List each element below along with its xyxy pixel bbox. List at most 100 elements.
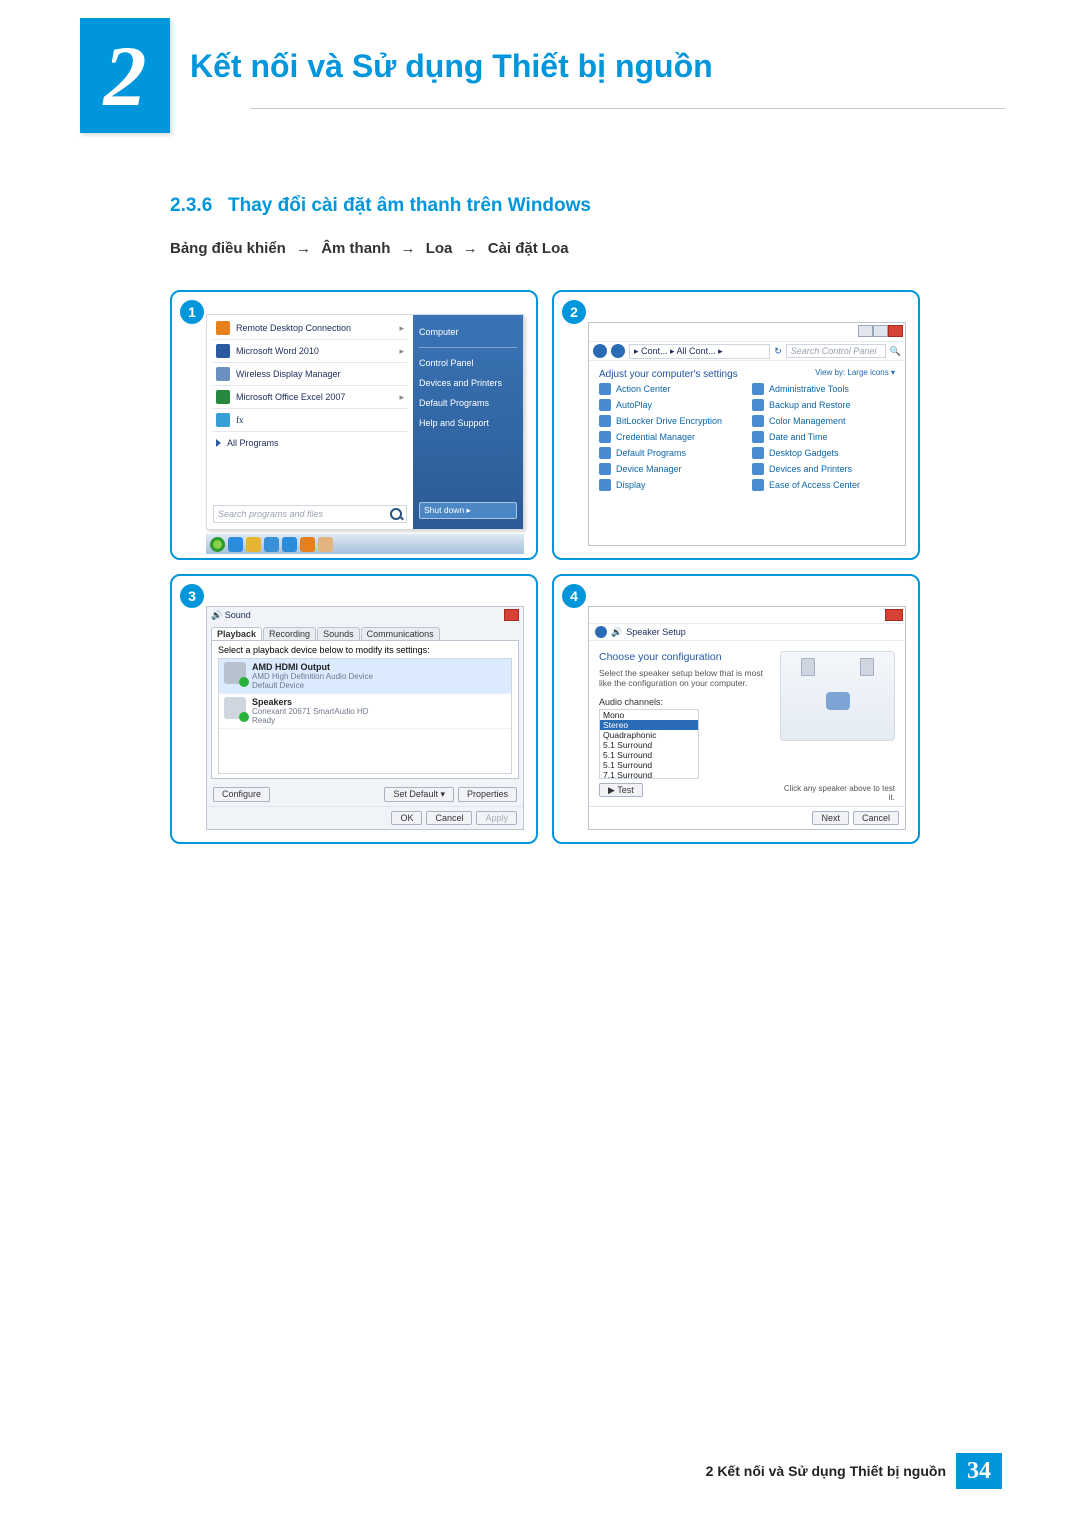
apply-button[interactable]: Apply <box>476 811 517 825</box>
step-panel-3: 3 🔊 Sound Playback Recording Sounds Comm… <box>170 574 538 844</box>
cp-item-credential[interactable]: Credential Manager <box>599 431 742 443</box>
search-input[interactable]: Search programs and files <box>213 505 407 523</box>
speaker-left-icon[interactable] <box>801 658 815 676</box>
app-icon[interactable] <box>318 537 333 552</box>
explorer-icon[interactable] <box>246 537 261 552</box>
device-icon <box>224 662 246 684</box>
triangle-icon <box>216 439 221 447</box>
cp-item-ease-access[interactable]: Ease of Access Center <box>752 479 895 491</box>
step-panel-4: 4 🔊 Speaker Setup Choose your configurat… <box>552 574 920 844</box>
menu-item-wdm[interactable]: Wireless Display Manager <box>213 365 407 383</box>
option-quadraphonic[interactable]: Quadraphonic <box>600 730 698 740</box>
menu-item-rdc[interactable]: Remote Desktop Connection▸ <box>213 319 407 337</box>
cp-item-autoplay[interactable]: AutoPlay <box>599 399 742 411</box>
separator <box>213 385 407 386</box>
cp-item-backup[interactable]: Backup and Restore <box>752 399 895 411</box>
menu-item-excel[interactable]: Microsoft Office Excel 2007▸ <box>213 388 407 406</box>
cp-item-datetime[interactable]: Date and Time <box>752 431 895 443</box>
tab-communications[interactable]: Communications <box>361 627 440 640</box>
test-button[interactable]: ▶ Test <box>599 783 643 797</box>
speaker-right-icon[interactable] <box>860 658 874 676</box>
cp-item-default-programs[interactable]: Default Programs <box>599 447 742 459</box>
refresh-icon[interactable]: ↻ <box>774 346 782 357</box>
tab-recording[interactable]: Recording <box>263 627 316 640</box>
chapter-number: 2 <box>104 26 147 126</box>
sound-instruct: Select a playback device below to modify… <box>218 645 512 655</box>
next-button[interactable]: Next <box>812 811 849 825</box>
close-icon[interactable] <box>504 609 519 621</box>
shutdown-button[interactable]: Shut down ▸ <box>419 502 517 519</box>
option-stereo[interactable]: Stereo <box>600 720 698 730</box>
ie-icon[interactable] <box>228 537 243 552</box>
breadcrumb-bar: 🔊 Speaker Setup <box>589 623 905 641</box>
item-help[interactable]: Help and Support <box>419 416 517 430</box>
set-default-button[interactable]: Set Default ▾ <box>384 787 454 802</box>
all-programs[interactable]: All Programs <box>213 434 407 452</box>
back-icon[interactable] <box>595 626 607 638</box>
step-panel-1: 1 Remote Desktop Connection▸ Microsoft W… <box>170 290 538 560</box>
menu-item-fx[interactable]: fx <box>213 411 407 429</box>
access-icon <box>752 479 764 491</box>
cp-item-bitlocker[interactable]: BitLocker Drive Encryption <box>599 415 742 427</box>
close-icon[interactable] <box>885 609 903 621</box>
cp-item-devices-printers[interactable]: Devices and Printers <box>752 463 895 475</box>
device-list: AMD HDMI OutputAMD High Definition Audio… <box>218 658 512 774</box>
start-menu-left: Remote Desktop Connection▸ Microsoft Wor… <box>207 315 413 529</box>
app-icon[interactable] <box>300 537 315 552</box>
app-icon[interactable] <box>264 537 279 552</box>
app-icon[interactable] <box>282 537 297 552</box>
item-computer[interactable]: Computer <box>419 325 517 339</box>
cp-item-display[interactable]: Display <box>599 479 742 491</box>
speaker-diagram <box>780 651 895 741</box>
listener-icon <box>826 692 850 710</box>
cp-item-color[interactable]: Color Management <box>752 415 895 427</box>
maximize-icon[interactable] <box>873 325 888 337</box>
item-devices[interactable]: Devices and Printers <box>419 376 517 390</box>
close-icon[interactable] <box>888 325 903 337</box>
arrow-icon: → <box>401 240 416 257</box>
cp-item-admin-tools[interactable]: Administrative Tools <box>752 383 895 395</box>
tab-sounds[interactable]: Sounds <box>317 627 360 640</box>
option-mono[interactable]: Mono <box>600 710 698 720</box>
breadcrumb-field[interactable]: ▸ Cont... ▸ All Cont... ▸ <box>629 344 770 359</box>
properties-button[interactable]: Properties <box>458 787 517 802</box>
ok-button[interactable]: OK <box>391 811 422 825</box>
window-titlebar: 🔊 Sound <box>207 607 523 623</box>
cp-item-gadgets[interactable]: Desktop Gadgets <box>752 447 895 459</box>
option-5-1[interactable]: 5.1 Surround <box>600 750 698 760</box>
printer-icon <box>752 463 764 475</box>
display-icon <box>216 367 230 381</box>
device-speakers[interactable]: SpeakersConexant 20671 SmartAudio HDRead… <box>219 694 511 729</box>
tools-icon <box>752 383 764 395</box>
start-icon[interactable] <box>210 537 225 552</box>
cp-item-device-manager[interactable]: Device Manager <box>599 463 742 475</box>
configure-button[interactable]: Configure <box>213 787 270 802</box>
separator <box>213 339 407 340</box>
step-badge: 3 <box>180 584 204 608</box>
item-control-panel[interactable]: Control Panel <box>419 356 517 370</box>
window-title: Sound <box>225 610 504 620</box>
audio-channels-list[interactable]: Mono Stereo Quadraphonic 5.1 Surround 5.… <box>599 709 699 779</box>
arrow-icon: → <box>296 240 311 257</box>
minimize-icon[interactable] <box>858 325 873 337</box>
toolbar: ▸ Cont... ▸ All Cont... ▸ ↻ Search Contr… <box>589 341 905 361</box>
tab-playback[interactable]: Playback <box>211 627 262 640</box>
back-icon[interactable] <box>593 344 607 358</box>
display-icon <box>599 479 611 491</box>
diagram-note: Click any speaker above to test it. <box>780 784 895 802</box>
forward-icon[interactable] <box>611 344 625 358</box>
menu-item-word[interactable]: Microsoft Word 2010▸ <box>213 342 407 360</box>
cancel-button[interactable]: Cancel <box>853 811 899 825</box>
cp-item-action-center[interactable]: Action Center <box>599 383 742 395</box>
search-input[interactable]: Search Control Panel <box>786 344 886 358</box>
option-5-1[interactable]: 5.1 Surround <box>600 760 698 770</box>
color-icon <box>752 415 764 427</box>
device-hdmi[interactable]: AMD HDMI OutputAMD High Definition Audio… <box>219 659 511 694</box>
disc-icon <box>599 399 611 411</box>
bc-a: Bảng điều khiển <box>170 240 286 257</box>
option-7-1[interactable]: 7.1 Surround <box>600 770 698 779</box>
item-defaults[interactable]: Default Programs <box>419 396 517 410</box>
speaker-icon: 🔊 <box>611 627 622 638</box>
cancel-button[interactable]: Cancel <box>426 811 472 825</box>
option-5-1[interactable]: 5.1 Surround <box>600 740 698 750</box>
